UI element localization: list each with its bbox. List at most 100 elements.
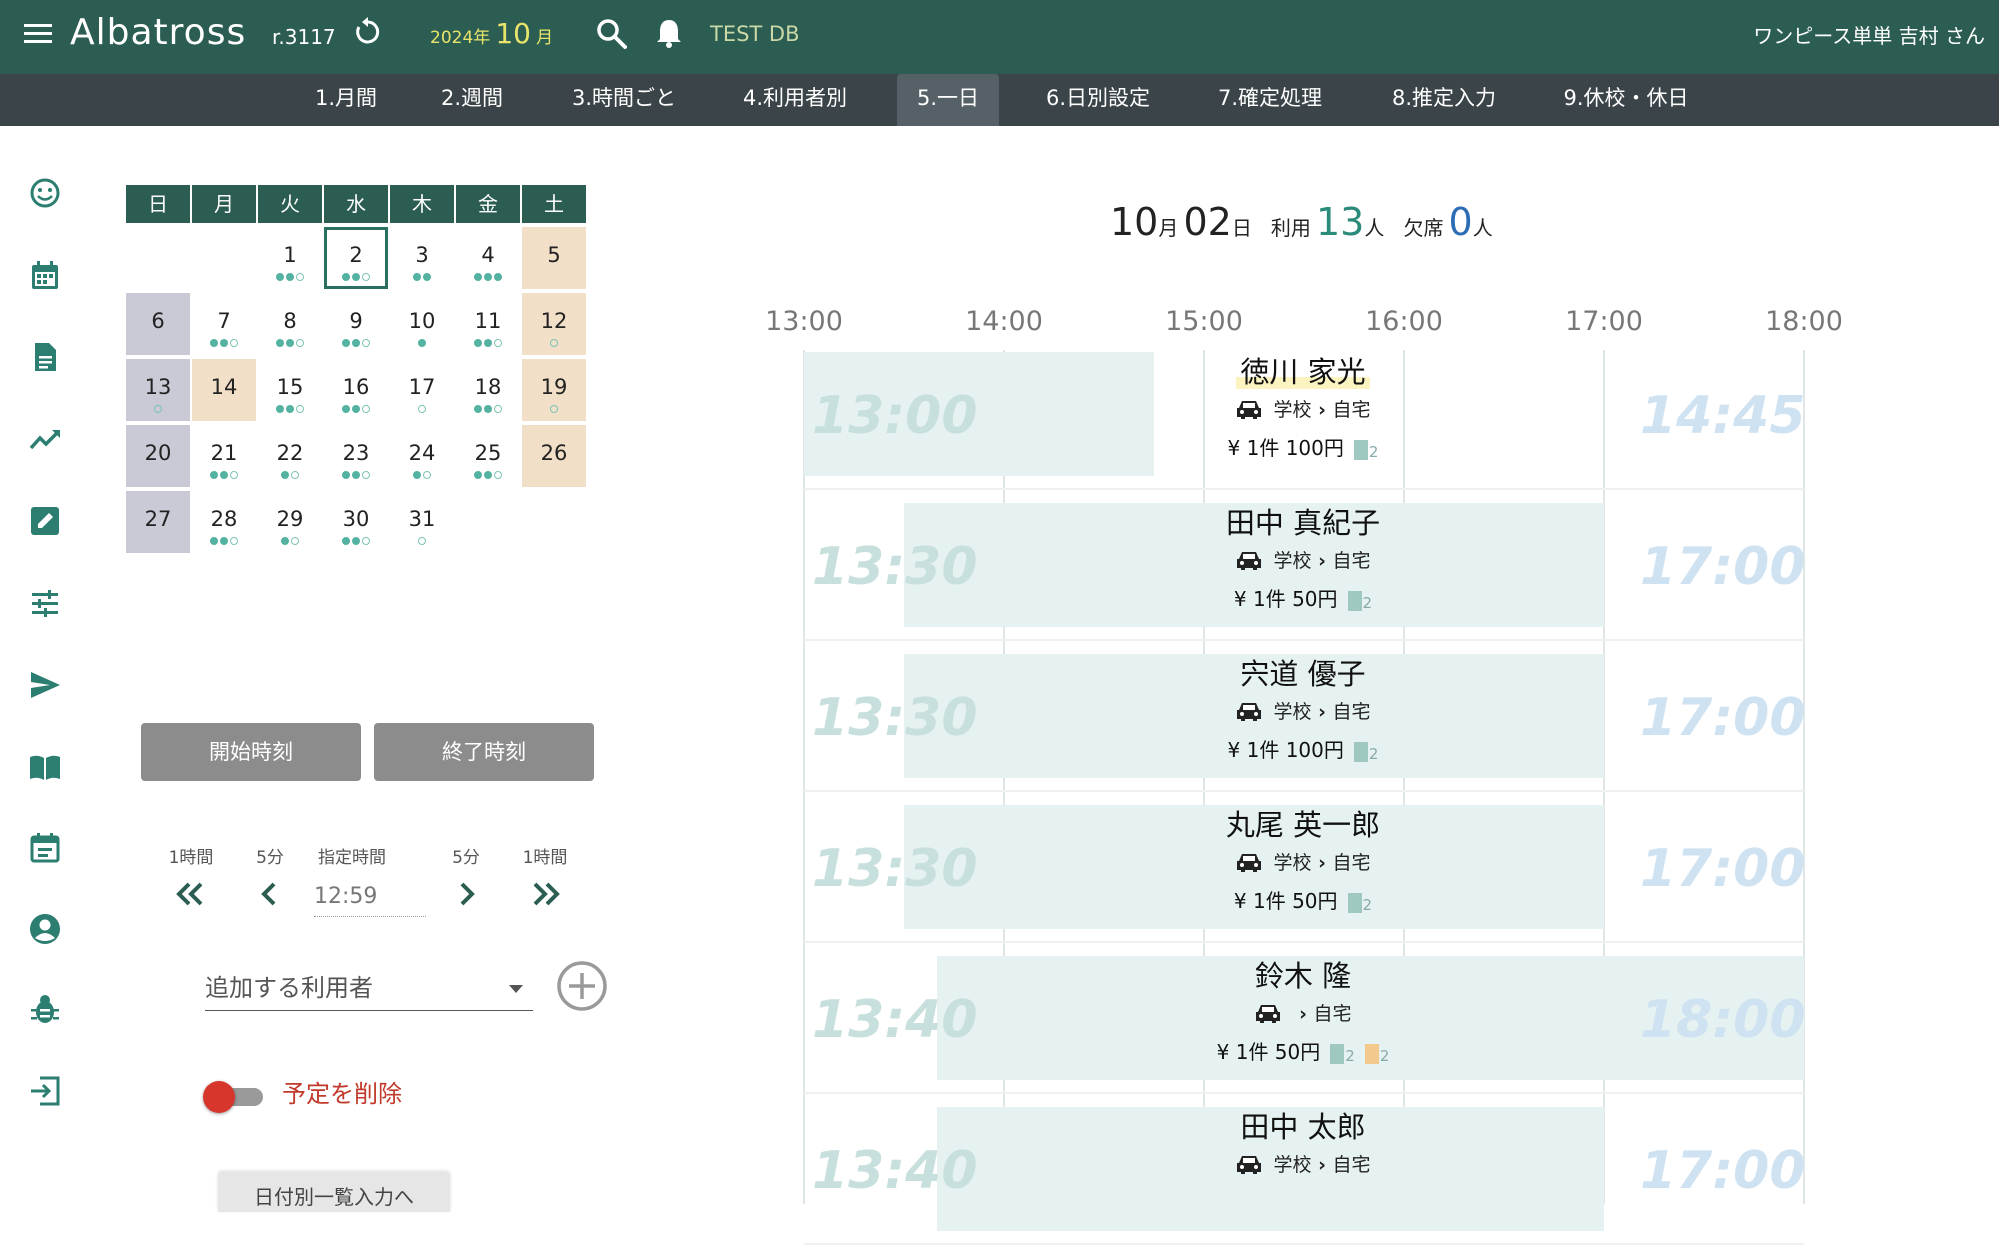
- logout-icon[interactable]: [28, 1074, 62, 1108]
- menu-icon[interactable]: [22, 18, 54, 50]
- tab-by-user[interactable]: 4.利用者別: [730, 74, 860, 126]
- calendar-day[interactable]: 14: [192, 359, 256, 421]
- calendar-day[interactable]: 26: [522, 425, 586, 487]
- account-icon[interactable]: [28, 912, 62, 946]
- calendar-day-number: 31: [408, 507, 436, 531]
- calendar-day[interactable]: 10: [390, 293, 454, 355]
- calendar-day-number: 18: [474, 375, 502, 399]
- person-name[interactable]: 鈴木 隆: [1153, 956, 1453, 996]
- bug-icon[interactable]: [28, 992, 62, 1026]
- edit-icon[interactable]: [28, 504, 62, 538]
- date-list-input-button[interactable]: 日付別一覧入力へ: [218, 1172, 450, 1212]
- schedule-entry[interactable]: 徳川 家光 学校 › 自宅 ¥ 1件 100円 2: [1153, 352, 1453, 466]
- document-icon[interactable]: [28, 340, 62, 374]
- tab-holidays[interactable]: 9.休校・休日: [1552, 74, 1700, 126]
- tab-weekly[interactable]: 2.週間: [426, 74, 518, 126]
- calendar-day[interactable]: 15: [258, 359, 322, 421]
- calendar-day[interactable]: 28: [192, 491, 256, 553]
- fee-info: ¥ 1件 100円 2: [1153, 736, 1453, 768]
- calendar-day[interactable]: 16: [324, 359, 388, 421]
- filled-dot-icon: [342, 339, 350, 347]
- person-name[interactable]: 丸尾 英一郎: [1153, 805, 1453, 845]
- calendar-day[interactable]: 1: [258, 227, 322, 289]
- event-icon[interactable]: [28, 830, 62, 864]
- calendar-day-number: 25: [474, 441, 502, 465]
- schedule-entry[interactable]: 田中 真紀子 学校 › 自宅 ¥ 1件 50円 2: [1153, 503, 1453, 617]
- calendar-day[interactable]: 12: [522, 293, 586, 355]
- calendar-day[interactable]: 29: [258, 491, 322, 553]
- specified-time-input[interactable]: 12:59: [314, 878, 426, 917]
- delete-schedule-toggle[interactable]: [203, 1079, 263, 1113]
- person-name[interactable]: 徳川 家光: [1153, 352, 1453, 392]
- schedule-entry[interactable]: 鈴木 隆 › 自宅 ¥ 1件 50円 2 2: [1153, 956, 1453, 1070]
- calendar-day[interactable]: 25: [456, 425, 520, 487]
- end-time-button[interactable]: 終了時刻: [374, 723, 594, 781]
- month-number: 10: [495, 17, 531, 50]
- start-time-button[interactable]: 開始時刻: [141, 723, 361, 781]
- calendar-day[interactable]: 18: [456, 359, 520, 421]
- add-user-select[interactable]: 追加する利用者: [205, 966, 533, 1011]
- calendar-day[interactable]: 7: [192, 293, 256, 355]
- calendar-icon[interactable]: [28, 258, 62, 292]
- calendar-day[interactable]: 13: [126, 359, 190, 421]
- calendar-day[interactable]: 24: [390, 425, 454, 487]
- fee-info: ¥ 1件 50円 2: [1153, 585, 1453, 617]
- calendar-day-number: 3: [415, 243, 429, 267]
- end-time-label: 17:00: [1640, 1141, 1806, 1201]
- person-name[interactable]: 田中 真紀子: [1153, 503, 1453, 543]
- calendar-day[interactable]: 30: [324, 491, 388, 553]
- tab-hourly[interactable]: 3.時間ごと: [556, 74, 692, 126]
- calendar-day[interactable]: 27: [126, 491, 190, 553]
- calendar-day[interactable]: 3: [390, 227, 454, 289]
- user-name[interactable]: ワンピース単単 吉村 さん: [1753, 22, 1985, 50]
- schedule-entry[interactable]: 田中 太郎 学校 › 自宅: [1153, 1107, 1453, 1179]
- trend-icon[interactable]: [28, 422, 62, 456]
- calendar-day[interactable]: 5: [522, 227, 586, 289]
- calendar-day[interactable]: 9: [324, 293, 388, 355]
- row-separator: [804, 639, 1804, 641]
- calendar-day[interactable]: 19: [522, 359, 586, 421]
- current-year-month[interactable]: 2024年 10 月: [430, 18, 553, 54]
- chevron-right-icon[interactable]: [446, 876, 486, 912]
- calendar-day[interactable]: 23: [324, 425, 388, 487]
- calendar-day[interactable]: 11: [456, 293, 520, 355]
- tab-monthly[interactable]: 1.月間: [300, 74, 392, 126]
- usage-dots: [456, 335, 520, 347]
- schedule-entry[interactable]: 丸尾 英一郎 学校 › 自宅 ¥ 1件 50円 2: [1153, 805, 1453, 919]
- double-chevron-right-icon[interactable]: [526, 876, 566, 912]
- smiley-icon[interactable]: [28, 176, 62, 210]
- calendar-day[interactable]: 22: [258, 425, 322, 487]
- refresh-icon[interactable]: [352, 16, 384, 48]
- tab-one-day[interactable]: 5.一日: [897, 74, 999, 126]
- person-name[interactable]: 宍道 優子: [1153, 654, 1453, 694]
- chevron-left-icon[interactable]: [250, 876, 290, 912]
- tune-icon[interactable]: [28, 586, 62, 620]
- add-circle-icon[interactable]: [556, 960, 608, 1012]
- calendar-day[interactable]: 20: [126, 425, 190, 487]
- empty-dot-icon: [550, 405, 558, 413]
- count-badge: 2: [1353, 740, 1378, 768]
- calendar-day[interactable]: 21: [192, 425, 256, 487]
- route-to: 自宅: [1332, 399, 1371, 421]
- tab-confirm[interactable]: 7.確定処理: [1202, 74, 1338, 126]
- schedule-entry[interactable]: 宍道 優子 学校 › 自宅 ¥ 1件 100円 2: [1153, 654, 1453, 768]
- calendar-day[interactable]: 4: [456, 227, 520, 289]
- calendar-day[interactable]: 2: [324, 227, 388, 289]
- calendar-day-number: 30: [342, 507, 370, 531]
- book-icon[interactable]: [28, 750, 62, 784]
- calendar-day[interactable]: 8: [258, 293, 322, 355]
- tab-estimate[interactable]: 8.推定入力: [1380, 74, 1508, 126]
- calendar-day[interactable]: 17: [390, 359, 454, 421]
- double-chevron-left-icon[interactable]: [170, 876, 210, 912]
- bell-icon[interactable]: [652, 16, 686, 50]
- start-time-label: 13:40: [812, 990, 978, 1050]
- person-name[interactable]: 田中 太郎: [1153, 1107, 1453, 1147]
- send-icon[interactable]: [28, 668, 62, 702]
- calendar-day[interactable]: 31: [390, 491, 454, 553]
- search-icon[interactable]: [594, 16, 628, 50]
- calendar-day[interactable]: 6: [126, 293, 190, 355]
- summary-absent-unit: 人: [1472, 216, 1493, 240]
- tab-daily-settings[interactable]: 6.日別設定: [1034, 74, 1162, 126]
- filled-dot-icon: [210, 339, 218, 347]
- row-separator: [804, 1092, 1804, 1094]
